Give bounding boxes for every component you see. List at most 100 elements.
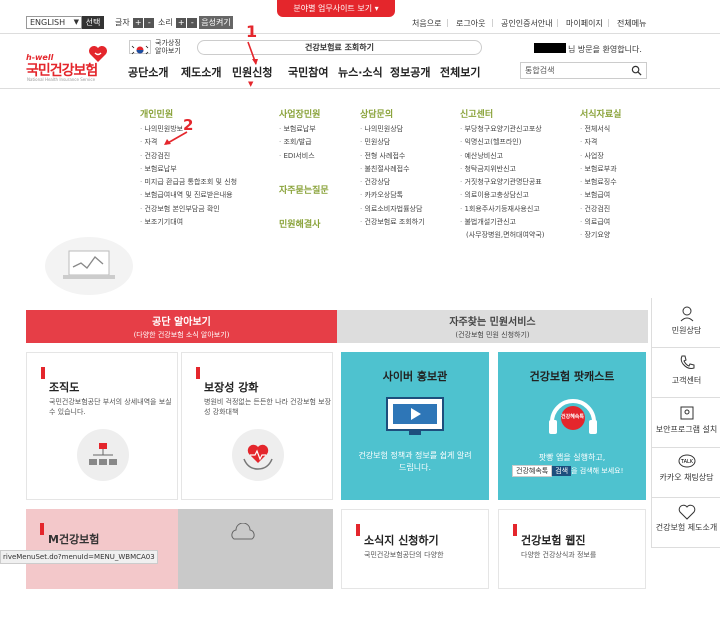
menu-item[interactable]: 전체서식 — [580, 123, 617, 136]
welcome-message: 님 방문을 환영합니다. — [568, 45, 642, 54]
premium-lookup-button[interactable]: 건강보험료 조회하기 — [197, 40, 482, 55]
menu-item[interactable]: 의료이용고충상담신고 — [460, 189, 545, 202]
banner-subtitle: (건강보험 민원 신청하기) — [455, 331, 530, 339]
menu-item[interactable]: 보험료부과 — [580, 163, 616, 176]
menu-heading-consult[interactable]: 상담문의 — [360, 107, 393, 120]
national-symbol-line2: 알아보기 — [155, 47, 181, 55]
sidebar-item-callcenter[interactable]: 고객센터 — [652, 348, 720, 398]
menu-item[interactable]: 의료급여 — [580, 216, 617, 229]
menu-item[interactable]: 불친절사례접수 — [360, 163, 425, 176]
card-description: 국민건강보험공단의 다양한 — [364, 551, 444, 559]
link-logout[interactable]: 로그아웃 — [456, 18, 485, 29]
accent-bar — [356, 524, 360, 536]
menu-item[interactable]: 자격 — [580, 136, 617, 149]
sidebar-label: 카카오 채팅상담 — [659, 473, 714, 482]
header-divider — [0, 88, 720, 89]
menu-item[interactable]: EDI서비스 — [279, 150, 316, 163]
menu-item[interactable]: 보험료징수 — [580, 176, 616, 189]
card-org-chart[interactable]: 조직도 국민건강보험공단 부서의 상세내역을 보실 수 있습니다. — [26, 352, 178, 500]
menu-item[interactable]: 건강검진 — [140, 150, 237, 163]
search-input[interactable]: 통합검색 — [520, 62, 647, 79]
sidebar-label: 고객센터 — [671, 376, 702, 385]
card-cyber-pr[interactable]: 사이버 홍보관 건강보험 정책과 정보를 쉽게 알려드립니다. — [341, 352, 489, 500]
menu-item[interactable]: 나의민원상담 — [360, 123, 425, 136]
card-podcast[interactable]: 건강보험 팟캐스트 건강혜속톡 팟빵 앱을 실행하고, 건강혜속톡 검색 을 검색해… — [498, 352, 646, 500]
menu-item[interactable]: 예산낭비신고 — [460, 150, 545, 163]
link-certificate[interactable]: 공인인증서안내 — [501, 18, 553, 29]
menu-item[interactable]: 전형 사례접수 — [360, 150, 425, 163]
menu-item[interactable]: 건강검진 — [580, 203, 617, 216]
nav-system-intro[interactable]: 제도소개 — [181, 64, 221, 80]
menu-item[interactable]: 카카오상담톡 — [360, 189, 425, 202]
browser-status-bar: riveMenuSet.do?menuId=MENU_WBMCA03 — [0, 550, 158, 564]
volume-label: 소리 — [158, 18, 173, 27]
menu-heading-personal[interactable]: 개인민원 — [140, 107, 173, 120]
menu-item[interactable]: 보험급여 — [580, 189, 617, 202]
card-coverage[interactable]: 보장성 강화 병원비 걱정없는 든든한 나라 건강보험 보장성 강화대책 — [181, 352, 333, 500]
menu-item[interactable]: 부당청구요양기관신고포상 — [460, 123, 545, 136]
divider: | — [556, 18, 559, 27]
card-description: 팟빵 앱을 실행하고, — [538, 453, 606, 462]
menu-heading-faq[interactable]: 자주묻는질문 — [279, 183, 329, 196]
sidebar-item-system[interactable]: 건강보험 제도소개 — [652, 498, 720, 548]
menu-item[interactable]: 청탁금지위반신고 — [460, 163, 545, 176]
business-sites-label: 분야별 업무사이트 보기 — [293, 4, 373, 13]
menu-item[interactable]: 건강보험료 조회하기 — [360, 216, 424, 229]
font-minus-button[interactable]: - — [144, 18, 155, 28]
card-description: 건강보험 정책과 정보를 쉽게 알려드립니다. — [358, 451, 472, 472]
volume-plus-button[interactable]: + — [176, 18, 187, 28]
menu-item[interactable]: 조회/발급 — [279, 136, 316, 149]
link-home[interactable]: 처음으로 — [412, 18, 441, 29]
menu-item[interactable]: 민원상담 — [360, 136, 425, 149]
link-mypage[interactable]: 마이페이지 — [566, 18, 603, 29]
language-select-button[interactable]: 선택 — [82, 16, 104, 29]
menu-heading-business[interactable]: 사업장민원 — [279, 107, 320, 120]
menu-item[interactable]: 장기요양 — [580, 229, 617, 242]
agency-intro-banner[interactable]: 공단 알아보기 (다양한 건강보험 소식 알아보기) — [26, 310, 337, 343]
podcast-search-suffix: 을 검색해 보세요! — [571, 467, 624, 475]
sidebar-item-kakao[interactable]: TALK 카카오 채팅상담 — [652, 448, 720, 498]
language-select[interactable]: ENGLISH ▼ — [26, 16, 82, 29]
talk-bubble-icon: TALK — [678, 454, 695, 468]
search-icon[interactable] — [631, 65, 642, 76]
menu-item[interactable]: 익명신고(헬프라인) — [460, 136, 545, 149]
link-allmenu[interactable]: 전체메뉴 — [617, 18, 646, 29]
sidebar-item-consult[interactable]: 민원상담 — [652, 298, 720, 348]
voice-toggle-button[interactable]: 음성켜기 — [199, 16, 233, 29]
card-m-health[interactable]: M건강보험 — [26, 509, 178, 589]
menu-item[interactable]: 의료소비자법률상담 — [360, 203, 425, 216]
menu-heading-forms[interactable]: 서식자료실 — [580, 107, 621, 120]
menu-item[interactable]: 보험료납부 — [279, 123, 315, 136]
menu-item[interactable]: 건강상담 — [360, 176, 425, 189]
quick-sidebar: 민원상담 고객센터 보안프로그램 설치 TALK 카카오 채팅상담 건강보험 제… — [651, 298, 720, 548]
sidebar-item-security[interactable]: 보안프로그램 설치 — [652, 398, 720, 448]
menu-heading-report[interactable]: 신고센터 — [460, 107, 493, 120]
annotation-step-1: 1 — [246, 22, 258, 41]
menu-item[interactable]: 1회용주사기등재사용신고 — [460, 203, 545, 216]
font-size-label: 글자 — [115, 18, 130, 27]
menu-item[interactable]: 불법개설기관신고 — [460, 216, 545, 229]
card-newsletter[interactable]: 소식지 신청하기 국민건강보험공단의 다양한 — [341, 509, 489, 589]
nav-participation[interactable]: 국민참여 — [288, 64, 328, 80]
menu-item[interactable]: 보험급여내역 및 진료받은내용 — [140, 189, 237, 202]
national-symbol-link[interactable]: 국가상징 알아보기 — [155, 39, 181, 55]
nav-news[interactable]: 뉴스·소식 — [338, 64, 383, 80]
menu-item[interactable]: 미지급 환급금 통합조회 및 신청 — [140, 176, 237, 189]
nav-view-all[interactable]: 전체보기 — [440, 64, 480, 80]
nav-disclosure[interactable]: 정보공개 — [390, 64, 430, 80]
menu-item[interactable]: 사업장 — [580, 150, 617, 163]
font-plus-button[interactable]: + — [133, 18, 144, 28]
accent-bar — [40, 523, 44, 535]
podcast-search-hint: 건강혜속톡 검색 을 검색해 보세요! — [512, 465, 636, 477]
card-webzine[interactable]: 건강보험 웹진 다양한 건강상식과 정보를 — [498, 509, 646, 589]
nav-agency-intro[interactable]: 공단소개 — [128, 64, 168, 80]
korea-flag-icon[interactable] — [129, 40, 151, 55]
volume-minus-button[interactable]: - — [187, 18, 198, 28]
frequent-services-banner[interactable]: 자주찾는 민원서비스 (건강보험 민원 신청하기) — [337, 310, 648, 343]
menu-item[interactable]: 거짓청구요양기관명단공표 — [460, 176, 545, 189]
menu-item[interactable]: 보조기기대여 — [140, 216, 237, 229]
business-sites-tab[interactable]: 분야별 업무사이트 보기 ▾ — [277, 0, 395, 17]
menu-item[interactable]: 건강보험 본인부담금 확인 — [140, 203, 237, 216]
menu-item[interactable]: 보험료납부 — [140, 163, 237, 176]
menu-heading-resolver[interactable]: 민원해결사 — [279, 217, 320, 230]
